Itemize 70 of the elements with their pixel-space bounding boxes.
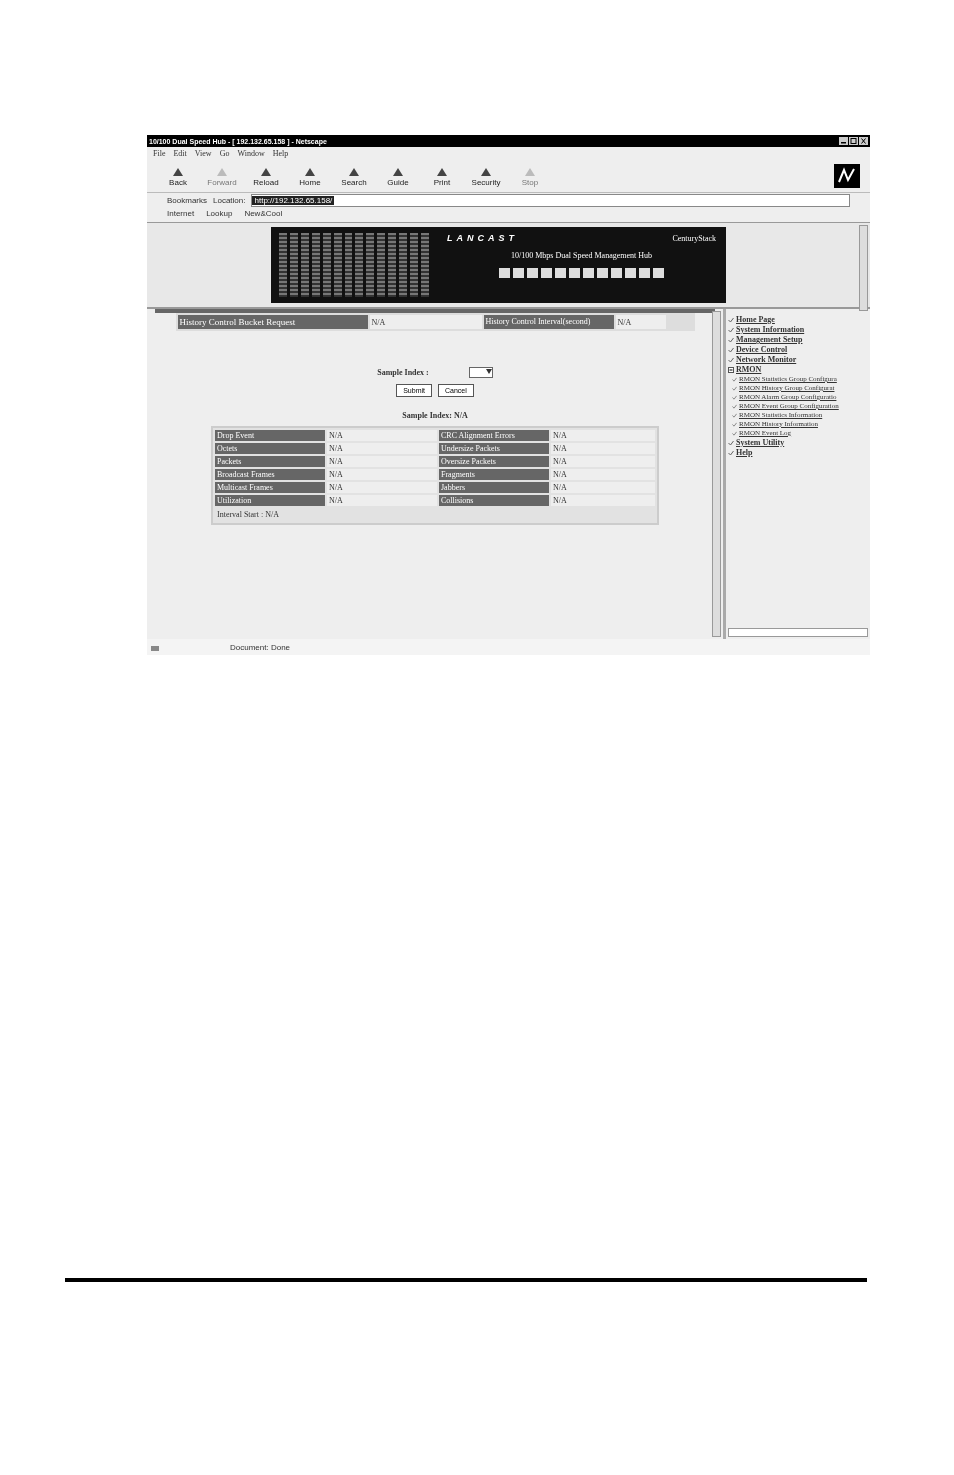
personal-toolbar-button[interactable]: Lookup <box>206 209 233 221</box>
table-cell: Packets <box>215 456 325 467</box>
scrollbar[interactable] <box>859 225 868 311</box>
sidebar-link[interactable]: Network Monitor <box>736 355 797 364</box>
table-cell: Broadcast Frames <box>215 469 325 480</box>
toolbar-button[interactable]: Reload <box>245 165 287 187</box>
table-cell: N/A <box>551 469 655 480</box>
bookmarks-button[interactable]: Bookmarks <box>167 196 207 205</box>
caret-icon <box>485 369 492 374</box>
personal-toolbar-button[interactable]: Internet <box>167 209 195 221</box>
toolbar-button[interactable]: Print <box>421 165 463 187</box>
table-cell: Collisions <box>439 495 549 506</box>
menu-item[interactable]: Help <box>272 149 289 158</box>
menu-item[interactable]: Window <box>237 149 265 158</box>
toolbar-button[interactable]: Security <box>465 165 507 187</box>
table-cell: Oversize Packets <box>439 456 549 467</box>
sidebar-link[interactable]: Management Setup <box>736 335 803 344</box>
status-text: Document: Done <box>230 642 291 652</box>
table-cell: N/A <box>551 495 655 506</box>
table-cell: Fragments <box>439 469 549 480</box>
table-cell: N/A <box>327 456 437 467</box>
sample-heading: Sample Index: N/A <box>402 411 468 420</box>
table-cell: Drop Event <box>215 430 325 441</box>
minimize-button[interactable] <box>839 137 848 145</box>
field-value: N/A <box>369 315 482 329</box>
close-button[interactable] <box>859 137 868 145</box>
collapse-icon[interactable] <box>728 366 734 373</box>
table-cell: N/A <box>327 482 437 493</box>
table-cell: N/A <box>551 456 655 467</box>
table-cell-text: Interval Start : N/A <box>216 509 280 521</box>
sidebar-link[interactable]: System Utility <box>736 438 785 447</box>
sidebar-link[interactable]: System Information <box>736 325 805 334</box>
hub-drawing: LANCAST CenturyStack 10/100 Mbps Dual Speed Management Hub <box>271 227 726 303</box>
table-cell: N/A <box>551 443 655 454</box>
field-value: N/A <box>615 315 666 329</box>
sidebar-link[interactable]: Home Page <box>736 315 775 324</box>
toolbar-button[interactable]: Search <box>333 165 375 187</box>
table-cell: CRC Alignment Errors <box>439 430 549 441</box>
sample-index-label: Sample Index : <box>377 368 429 377</box>
toolbar-button[interactable]: Guide <box>377 165 419 187</box>
menu-item[interactable]: Go <box>219 149 230 158</box>
table-cell: N/A <box>327 430 437 441</box>
table-cell: Undersize Packets <box>439 443 549 454</box>
toolbar-button[interactable]: Home <box>289 165 331 187</box>
sidebar-link[interactable]: Device Control <box>736 345 788 354</box>
sidebar-link[interactable]: RMON <box>736 365 762 374</box>
location-label: Location: <box>213 196 246 205</box>
table-cell: N/A <box>327 469 437 480</box>
table-cell: N/A <box>551 430 655 441</box>
menu-item[interactable]: Edit <box>173 149 187 158</box>
table-cell: Utilization <box>215 495 325 506</box>
maximize-button[interactable] <box>849 137 858 145</box>
sidebar-link[interactable]: Help <box>736 448 753 457</box>
table-cell: N/A <box>551 482 655 493</box>
menu-item[interactable]: View <box>194 149 212 158</box>
url-field[interactable]: http://192.132.65.158/ <box>251 194 850 207</box>
personal-toolbar-button[interactable]: New&Cool <box>244 209 283 221</box>
toolbar-button[interactable]: Back <box>157 165 199 187</box>
sample-index-dropdown[interactable] <box>468 367 493 378</box>
field-label: History Control Interval(second) <box>483 315 614 329</box>
table-cell: Octets <box>215 443 325 454</box>
table-cell: Multicast Frames <box>215 482 325 493</box>
field-label: History Control Bucket Request <box>177 315 368 329</box>
scrollbar[interactable] <box>728 628 868 637</box>
logo-icon <box>834 164 860 188</box>
table-cell: N/A <box>327 443 437 454</box>
menu-item[interactable]: File <box>153 149 166 158</box>
table-cell: Jabbers <box>439 482 549 493</box>
scrollbar[interactable] <box>712 311 721 637</box>
table-cell: N/A <box>327 495 437 506</box>
